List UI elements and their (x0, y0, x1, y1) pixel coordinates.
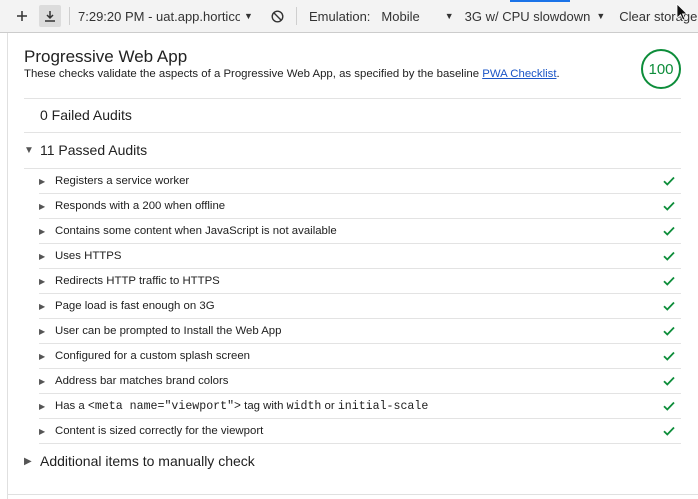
check-icon (663, 176, 675, 186)
lighthouse-toolbar: 7:29:20 PM - uat.app.horticoop ▼ Emulati… (0, 0, 698, 33)
active-tab-indicator (510, 0, 570, 2)
audit-row[interactable]: ▶ User can be prompted to Install the Web… (39, 319, 681, 344)
new-audit-button[interactable] (11, 5, 33, 27)
emulation-select[interactable]: Mobile ▼ (381, 9, 453, 24)
audit-title: Responds with a 200 when offline (55, 200, 226, 212)
pass-indicator (661, 423, 677, 439)
audit-title: Configured for a custom splash screen (55, 350, 251, 362)
audit-row[interactable]: ▶ Content is sized correctly for the view… (39, 419, 681, 444)
code-snippet: width (286, 399, 322, 413)
check-icon (663, 251, 675, 261)
triangle-down-icon: ▼ (24, 144, 34, 156)
check-icon (663, 426, 675, 436)
emulation-label: Emulation: (309, 8, 371, 24)
audit-title-text: tag with (240, 399, 287, 412)
pwa-checklist-link[interactable]: PWA Checklist (482, 68, 556, 80)
audit-row[interactable]: ▶ Has a <meta name="viewport"> tag with w… (39, 394, 681, 419)
audit-title: Registers a service worker (55, 175, 190, 187)
description-end: . (556, 68, 560, 80)
triangle-right-icon: ▶ (39, 326, 46, 336)
audit-row[interactable]: ▶ Registers a service worker (39, 169, 681, 194)
triangle-right-icon: ▶ (39, 426, 46, 436)
triangle-right-icon: ▶ (39, 276, 46, 286)
triangle-right-icon: ▶ (39, 301, 46, 311)
clear-all-button[interactable] (266, 5, 288, 27)
pass-indicator (661, 198, 677, 214)
check-icon (663, 301, 675, 311)
triangle-right-icon: ▶ (39, 351, 46, 361)
report-select-label: 7:29:20 PM - uat.app.horticoop (78, 8, 240, 24)
caret-down-icon: ▼ (596, 11, 606, 21)
audit-title: Page load is fast enough on 3G (55, 300, 215, 312)
panel-bottom-divider (7, 494, 698, 495)
emulation-value: Mobile (381, 8, 420, 24)
throttling-select[interactable]: 3G w/ CPU slowdown ▼ (465, 9, 606, 24)
audit-title: Has a <meta name="viewport"> tag with wi… (55, 400, 661, 413)
code-snippet: <meta name="viewport"> (87, 399, 241, 413)
check-icon (663, 351, 675, 361)
pass-indicator (661, 273, 677, 289)
pass-indicator (661, 223, 677, 239)
pass-indicator (661, 173, 677, 189)
pass-indicator (661, 348, 677, 364)
audit-row[interactable]: ▶ Configured for a custom splash screen (39, 344, 681, 369)
audit-row[interactable]: ▶ Contains some content when JavaScript i… (39, 219, 681, 244)
category-title: Progressive Web App (24, 47, 188, 66)
code-snippet: initial-scale (337, 399, 429, 413)
score-gauge: 100 (641, 49, 681, 89)
passed-audits-label: 11 Passed Audits (40, 142, 148, 158)
check-icon (663, 326, 675, 336)
audit-title: Address bar matches brand colors (55, 375, 229, 387)
pass-indicator (661, 248, 677, 264)
audit-row[interactable]: ▶ Responds with a 200 when offline (39, 194, 681, 219)
pass-indicator (661, 398, 677, 414)
pass-indicator (661, 323, 677, 339)
failed-audits-group[interactable]: 0 Failed Audits (24, 98, 681, 132)
audit-row[interactable]: ▶ Page load is fast enough on 3G (39, 294, 681, 319)
audit-title: Redirects HTTP traffic to HTTPS (55, 275, 220, 287)
check-icon (663, 201, 675, 211)
audit-title-text: or (321, 399, 338, 412)
triangle-right-icon: ▶ (24, 455, 32, 467)
download-icon (45, 10, 55, 22)
audit-title-text: Has a (55, 399, 88, 412)
audit-row[interactable]: ▶ Redirects HTTP traffic to HTTPS (39, 269, 681, 294)
mouse-cursor-icon (676, 3, 688, 21)
triangle-right-icon: ▶ (39, 251, 46, 261)
check-icon (663, 376, 675, 386)
check-icon (663, 401, 675, 411)
download-report-button[interactable] (39, 5, 61, 27)
passed-audits-group[interactable]: ▼ 11 Passed Audits (24, 133, 681, 167)
audit-title: User can be prompted to Install the Web … (55, 325, 282, 337)
plus-icon (17, 11, 27, 21)
manual-checks-label: Additional items to manually check (40, 453, 255, 469)
check-icon (663, 276, 675, 286)
audit-row[interactable]: ▶ Address bar matches brand colors (39, 369, 681, 394)
toolbar-separator (296, 7, 297, 25)
report-panel: Progressive Web App These checks validat… (7, 33, 698, 499)
description-text: These checks validate the aspects of a P… (24, 68, 483, 80)
toolbar-separator (69, 7, 70, 25)
audit-title: Contains some content when JavaScript is… (55, 225, 337, 237)
audit-title: Uses HTTPS (55, 250, 122, 262)
audit-row[interactable]: ▶ Uses HTTPS (39, 244, 681, 269)
category-description: These checks validate the aspects of a P… (24, 68, 560, 80)
caret-down-icon: ▼ (244, 11, 253, 21)
check-icon (663, 226, 675, 236)
audit-title: Content is sized correctly for the viewp… (55, 425, 264, 437)
triangle-right-icon: ▶ (39, 176, 46, 186)
throttling-value: 3G w/ CPU slowdown (464, 8, 591, 24)
caret-down-icon: ▼ (444, 11, 454, 21)
triangle-right-icon: ▶ (39, 401, 46, 411)
manual-checks-group[interactable]: ▶ Additional items to manually check (24, 444, 681, 478)
triangle-right-icon: ▶ (39, 201, 46, 211)
report-select[interactable]: 7:29:20 PM - uat.app.horticoop ▼ (78, 9, 258, 24)
triangle-right-icon: ▶ (39, 226, 46, 236)
failed-audits-label: 0 Failed Audits (40, 107, 132, 123)
pass-indicator (661, 373, 677, 389)
block-icon (270, 9, 284, 23)
triangle-right-icon: ▶ (39, 376, 46, 386)
pass-indicator (661, 298, 677, 314)
